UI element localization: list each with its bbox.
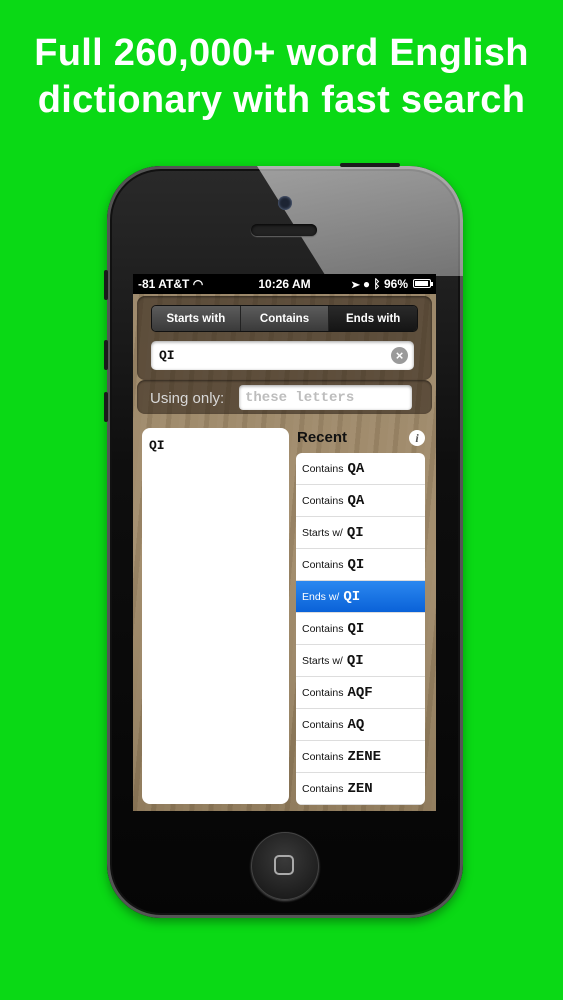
search-mode-ends-with[interactable]: Ends with <box>329 306 417 331</box>
search-mode-control[interactable]: Starts with Contains Ends with <box>151 305 418 332</box>
recent-item-term: QI <box>346 652 364 669</box>
recent-item-mode: Contains <box>302 686 344 699</box>
recent-item[interactable]: Ends w/QI <box>296 581 425 613</box>
bluetooth-icon: ᛒ <box>373 277 381 291</box>
recent-item[interactable]: Contains AQ <box>296 709 425 741</box>
phone-frame: -81 AT&T ◠ 10:26 AM ➤ ● ᛒ 96% Starts wit… <box>107 166 463 918</box>
recent-item[interactable]: Starts w/QI <box>296 645 425 677</box>
earpiece-speaker <box>251 224 317 236</box>
front-camera <box>278 196 292 210</box>
recent-item-term: QA <box>347 460 365 477</box>
letters-field[interactable]: these letters <box>239 385 412 410</box>
status-icons: ➤ ● ᛒ 96% <box>352 277 408 291</box>
recent-item[interactable]: Starts w/QI <box>296 517 425 549</box>
clear-search-icon[interactable]: × <box>391 347 408 364</box>
battery-icon <box>413 279 433 288</box>
recent-item[interactable]: Contains ZEN <box>296 773 425 805</box>
alarm-icon: ● <box>362 277 371 291</box>
recent-item-mode: Contains <box>302 558 344 571</box>
recent-item-mode: Contains <box>302 750 344 763</box>
recent-item-mode: Starts w/ <box>302 526 343 539</box>
app-screen: -81 AT&T ◠ 10:26 AM ➤ ● ᛒ 96% Starts wit… <box>133 274 436 811</box>
home-button[interactable] <box>251 832 319 900</box>
search-mode-starts-with[interactable]: Starts with <box>152 306 241 331</box>
recent-item-mode: Contains <box>302 494 344 507</box>
search-input[interactable]: QI <box>159 348 175 363</box>
battery-percent: 96% <box>383 277 408 291</box>
recent-item-mode: Contains <box>302 622 344 635</box>
promo-headline: Full 260,000+ word English dictionary wi… <box>0 30 563 124</box>
home-square-icon <box>274 855 294 875</box>
recent-title: Recent <box>297 429 348 446</box>
power-button <box>340 163 400 167</box>
result-item[interactable]: QI <box>149 438 165 453</box>
recent-item-term: ZEN <box>347 780 373 797</box>
recent-item-term: QI <box>347 620 365 637</box>
mute-switch <box>104 270 108 300</box>
recent-item-term: QI <box>346 524 364 541</box>
recent-item[interactable]: Contains QA <box>296 453 425 485</box>
info-icon[interactable]: i <box>409 430 425 446</box>
recent-list: Contains QA Contains QA Starts w/QI Contains Q… <box>296 453 425 805</box>
recent-item[interactable]: Contains QI <box>296 549 425 581</box>
recent-item-mode: Contains <box>302 462 344 475</box>
recent-item[interactable]: Contains QI <box>296 613 425 645</box>
results-list[interactable]: QI <box>142 428 289 804</box>
battery-fill <box>415 281 428 286</box>
location-icon: ➤ <box>352 277 360 291</box>
volume-up-button <box>104 340 108 370</box>
recent-item[interactable]: Contains AQF <box>296 677 425 709</box>
recent-item-term: ZENE <box>347 748 382 765</box>
recent-item-term: QI <box>343 588 361 605</box>
headline-line-1: Full 260,000+ word English <box>34 32 529 74</box>
recent-item-mode: Contains <box>302 782 344 795</box>
recent-item-mode: Contains <box>302 718 344 731</box>
recent-item-term: AQ <box>347 716 365 733</box>
recent-item-mode: Starts w/ <box>302 654 343 667</box>
recent-item-term: QA <box>347 492 365 509</box>
recent-item-mode: Ends w/ <box>302 590 340 603</box>
status-bar: -81 AT&T ◠ 10:26 AM ➤ ● ᛒ 96% <box>133 274 436 294</box>
recent-item[interactable]: Contains ZENE <box>296 741 425 773</box>
search-mode-contains[interactable]: Contains <box>240 306 330 331</box>
search-field[interactable]: QI × <box>151 341 414 370</box>
recent-item-term: AQF <box>347 684 373 701</box>
headline-line-2: dictionary with fast search <box>37 79 526 121</box>
filter-label: Using only: <box>150 390 225 407</box>
recent-item[interactable]: Contains QA <box>296 485 425 517</box>
volume-down-button <box>104 392 108 422</box>
recent-item-term: QI <box>347 556 365 573</box>
screen-glare <box>257 166 463 276</box>
letters-input[interactable]: these letters <box>245 390 354 406</box>
